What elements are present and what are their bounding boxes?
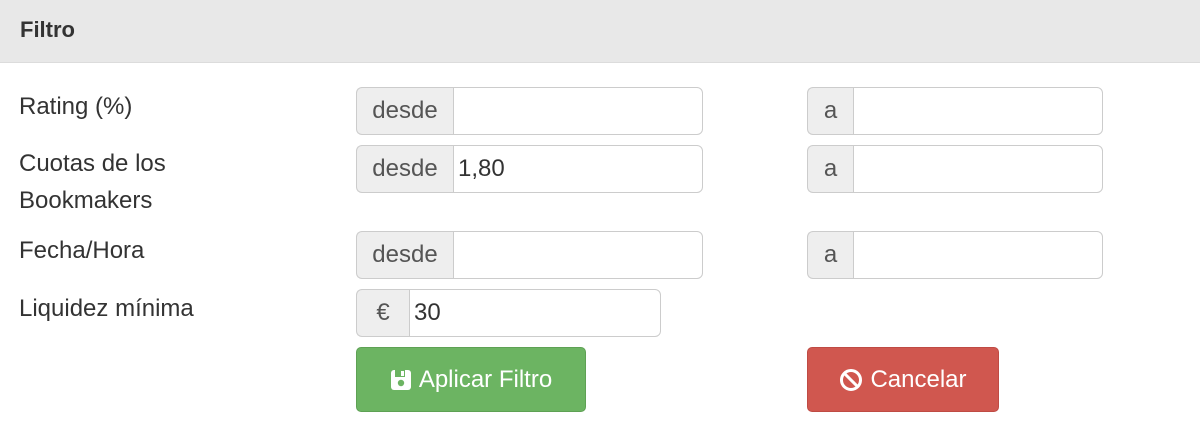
odds-label-line2: Bookmakers xyxy=(19,187,153,214)
liquidity-group: € xyxy=(356,289,661,337)
cancel-label: Cancelar xyxy=(870,365,967,393)
datetime-from-input[interactable] xyxy=(453,231,703,279)
datetime-from-group: desde xyxy=(356,231,703,279)
ban-icon xyxy=(839,368,863,392)
odds-to-group: a xyxy=(807,145,1103,193)
odds-label-line1: Cuotas de los xyxy=(19,150,166,177)
odds-to-input[interactable] xyxy=(853,145,1103,193)
liquidity-label: Liquidez mínima xyxy=(19,295,194,322)
liquidity-input[interactable] xyxy=(409,289,661,337)
apply-filter-label: Aplicar Filtro xyxy=(418,365,553,393)
datetime-from-addon: desde xyxy=(356,231,453,279)
euro-addon: € xyxy=(356,289,409,337)
datetime-to-group: a xyxy=(807,231,1103,279)
datetime-to-input[interactable] xyxy=(853,231,1103,279)
rating-from-addon: desde xyxy=(356,87,453,135)
apply-filter-button[interactable]: Aplicar Filtro xyxy=(356,347,586,412)
rating-to-addon: a xyxy=(807,87,853,135)
floppy-disk-icon xyxy=(390,369,412,391)
odds-from-group: desde xyxy=(356,145,703,193)
rating-from-group: desde xyxy=(356,87,703,135)
odds-from-input[interactable] xyxy=(453,145,703,193)
rating-from-input[interactable] xyxy=(453,87,703,135)
cancel-button[interactable]: Cancelar xyxy=(807,347,999,412)
odds-from-addon: desde xyxy=(356,145,453,193)
odds-label: Cuotas de los Bookmakers xyxy=(19,145,166,219)
panel-title: Filtro xyxy=(20,17,75,42)
odds-to-addon: a xyxy=(807,145,853,193)
rating-to-group: a xyxy=(807,87,1103,135)
panel-heading: Filtro xyxy=(0,0,1200,63)
datetime-to-addon: a xyxy=(807,231,853,279)
rating-label: Rating (%) xyxy=(19,93,133,120)
datetime-label: Fecha/Hora xyxy=(19,237,145,264)
rating-to-input[interactable] xyxy=(853,87,1103,135)
